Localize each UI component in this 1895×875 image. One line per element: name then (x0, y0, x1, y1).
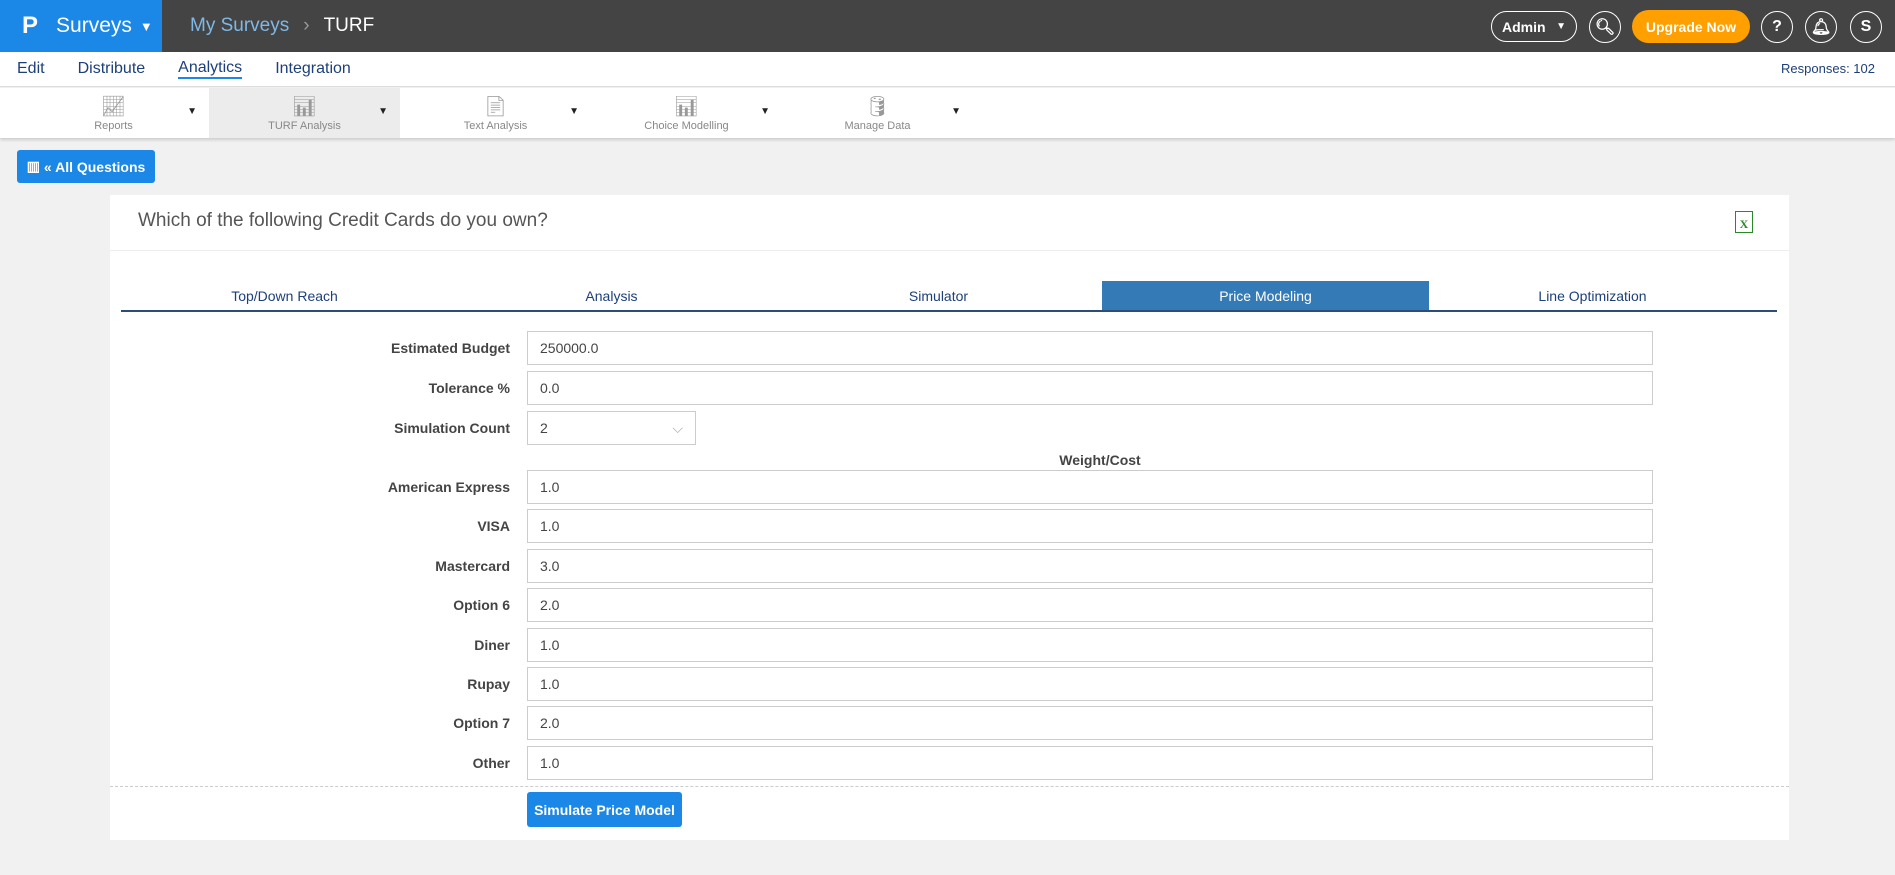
tab-simulator[interactable]: Simulator (775, 281, 1102, 310)
option-label: American Express (387, 479, 510, 495)
nav-edit[interactable]: Edit (17, 60, 45, 78)
caret-down-icon[interactable]: ▼ (187, 106, 197, 117)
option-weight-input[interactable]: 2.0 (527, 706, 1653, 741)
option-weight-input[interactable]: 1.0 (527, 627, 1653, 662)
tool-manage-data[interactable]: 🛢︎ Manage Data ▼ (782, 88, 973, 138)
all-questions-label: « All Questions (43, 158, 146, 175)
caret-down-icon: ▼ (139, 18, 153, 34)
simulation-count-label: Simulation Count (394, 420, 510, 436)
caret-down-icon[interactable]: ▼ (760, 106, 770, 117)
analytics-toolbar: 📈︎ Reports ▼ 📊︎ TURF Analysis ▼ 📄︎ Text Analy… (0, 88, 1895, 138)
user-avatar[interactable]: S (1850, 11, 1882, 43)
tool-label: Text Analysis (463, 120, 528, 132)
chevron-down-icon: ⌵ (672, 419, 683, 436)
admin-label: Admin (1502, 18, 1546, 35)
option-weight-input[interactable]: 3.0 (527, 548, 1653, 583)
breadcrumb-my-surveys[interactable]: My Surveys (190, 15, 289, 37)
weight-cost-header: Weight/Cost (1059, 452, 1141, 468)
option-weight-input[interactable]: 2.0 (527, 588, 1653, 623)
option-label: Diner (474, 636, 510, 653)
simulation-count-select[interactable]: 2 ⌵ (527, 411, 696, 445)
scatter-chart-icon: 📊︎ (291, 96, 318, 118)
option-weight-input[interactable]: 1.0 (527, 470, 1653, 504)
option-label: VISA (477, 518, 510, 535)
option-weight-input[interactable]: 1.0 (527, 509, 1653, 544)
breadcrumb: My Surveys › TURF (190, 0, 374, 52)
excel-export-icon[interactable]: X (1735, 211, 1753, 233)
avatar-initial: S (1860, 18, 1872, 35)
help-button[interactable]: ? (1761, 11, 1793, 43)
option-label: Mastercard (435, 557, 510, 574)
app-switcher[interactable]: P Surveys ▼ (0, 0, 162, 52)
admin-dropdown[interactable]: Admin ▼ (1491, 11, 1577, 42)
tolerance-input[interactable]: 0.0 (527, 371, 1653, 405)
all-questions-button[interactable]: ▥ « All Questions (17, 150, 155, 183)
tool-turf-analysis[interactable]: 📊︎ TURF Analysis ▼ (209, 88, 400, 138)
document-icon: 📄︎ (482, 96, 509, 118)
search-icon: 🔍︎ (1594, 19, 1616, 36)
question-title: Which of the following Credit Cards do y… (138, 210, 548, 231)
tolerance-label: Tolerance % (428, 380, 510, 396)
breadcrumb-current: TURF (323, 15, 375, 36)
tool-text-analysis[interactable]: 📄︎ Text Analysis ▼ (400, 88, 591, 138)
nav-analytics[interactable]: Analytics (178, 59, 243, 79)
help-icon: ? (1772, 18, 1782, 35)
analysis-tabs: Top/Down Reach Analysis Simulator Price … (121, 281, 1777, 312)
tab-line-optimization[interactable]: Line Optimization (1429, 281, 1756, 310)
scatter-chart-icon: 📊︎ (673, 96, 700, 118)
caret-down-icon[interactable]: ▼ (569, 106, 579, 117)
caret-down-icon: ▼ (1556, 21, 1566, 32)
caret-down-icon[interactable]: ▼ (951, 106, 961, 117)
logo: P (22, 12, 39, 39)
responses-count: Responses: 102 (1781, 61, 1875, 76)
notifications-button[interactable]: 🔔︎ (1805, 11, 1837, 43)
divider (110, 250, 1789, 251)
database-icon: 🛢︎ (864, 96, 891, 118)
option-label: Option 7 (453, 715, 510, 732)
tool-reports[interactable]: 📈︎ Reports ▼ (18, 88, 209, 138)
tool-label: TURF Analysis (268, 120, 341, 132)
selected-value: 2 (540, 420, 548, 436)
simulate-price-model-button[interactable]: Simulate Price Model (527, 792, 682, 827)
chevron-right-icon: › (303, 15, 310, 36)
search-button[interactable]: 🔍︎ (1589, 11, 1621, 43)
tool-choice-modelling[interactable]: 📊︎ Choice Modelling ▼ (591, 88, 782, 138)
tab-top-down-reach[interactable]: Top/Down Reach (121, 281, 448, 310)
option-weight-input[interactable]: 1.0 (527, 745, 1653, 780)
caret-down-icon[interactable]: ▼ (378, 106, 388, 117)
upgrade-now-button[interactable]: Upgrade Now (1632, 10, 1750, 43)
divider (110, 786, 1789, 787)
option-label: Other (472, 754, 510, 771)
tab-price-modeling[interactable]: Price Modeling (1102, 281, 1429, 310)
nav-distribute[interactable]: Distribute (78, 60, 146, 78)
bar-chart-icon: ▥ (26, 158, 40, 174)
line-chart-icon: 📈︎ (100, 96, 127, 118)
option-weight-input[interactable]: 1.0 (527, 667, 1653, 701)
app-name: Surveys (56, 14, 132, 37)
option-label: Rupay (467, 676, 510, 692)
tool-label: Choice Modelling (644, 120, 729, 132)
nav-integration[interactable]: Integration (275, 60, 351, 78)
budget-label: Estimated Budget (390, 340, 510, 356)
tool-label: Manage Data (844, 120, 911, 132)
tab-analysis[interactable]: Analysis (448, 281, 775, 310)
tool-label: Reports (94, 120, 133, 132)
main-nav: Edit Distribute Analytics Integration (0, 52, 1895, 87)
bell-icon: 🔔︎ (1810, 19, 1832, 36)
option-label: Option 6 (453, 597, 510, 614)
estimated-budget-input[interactable]: 250000.0 (527, 331, 1653, 365)
